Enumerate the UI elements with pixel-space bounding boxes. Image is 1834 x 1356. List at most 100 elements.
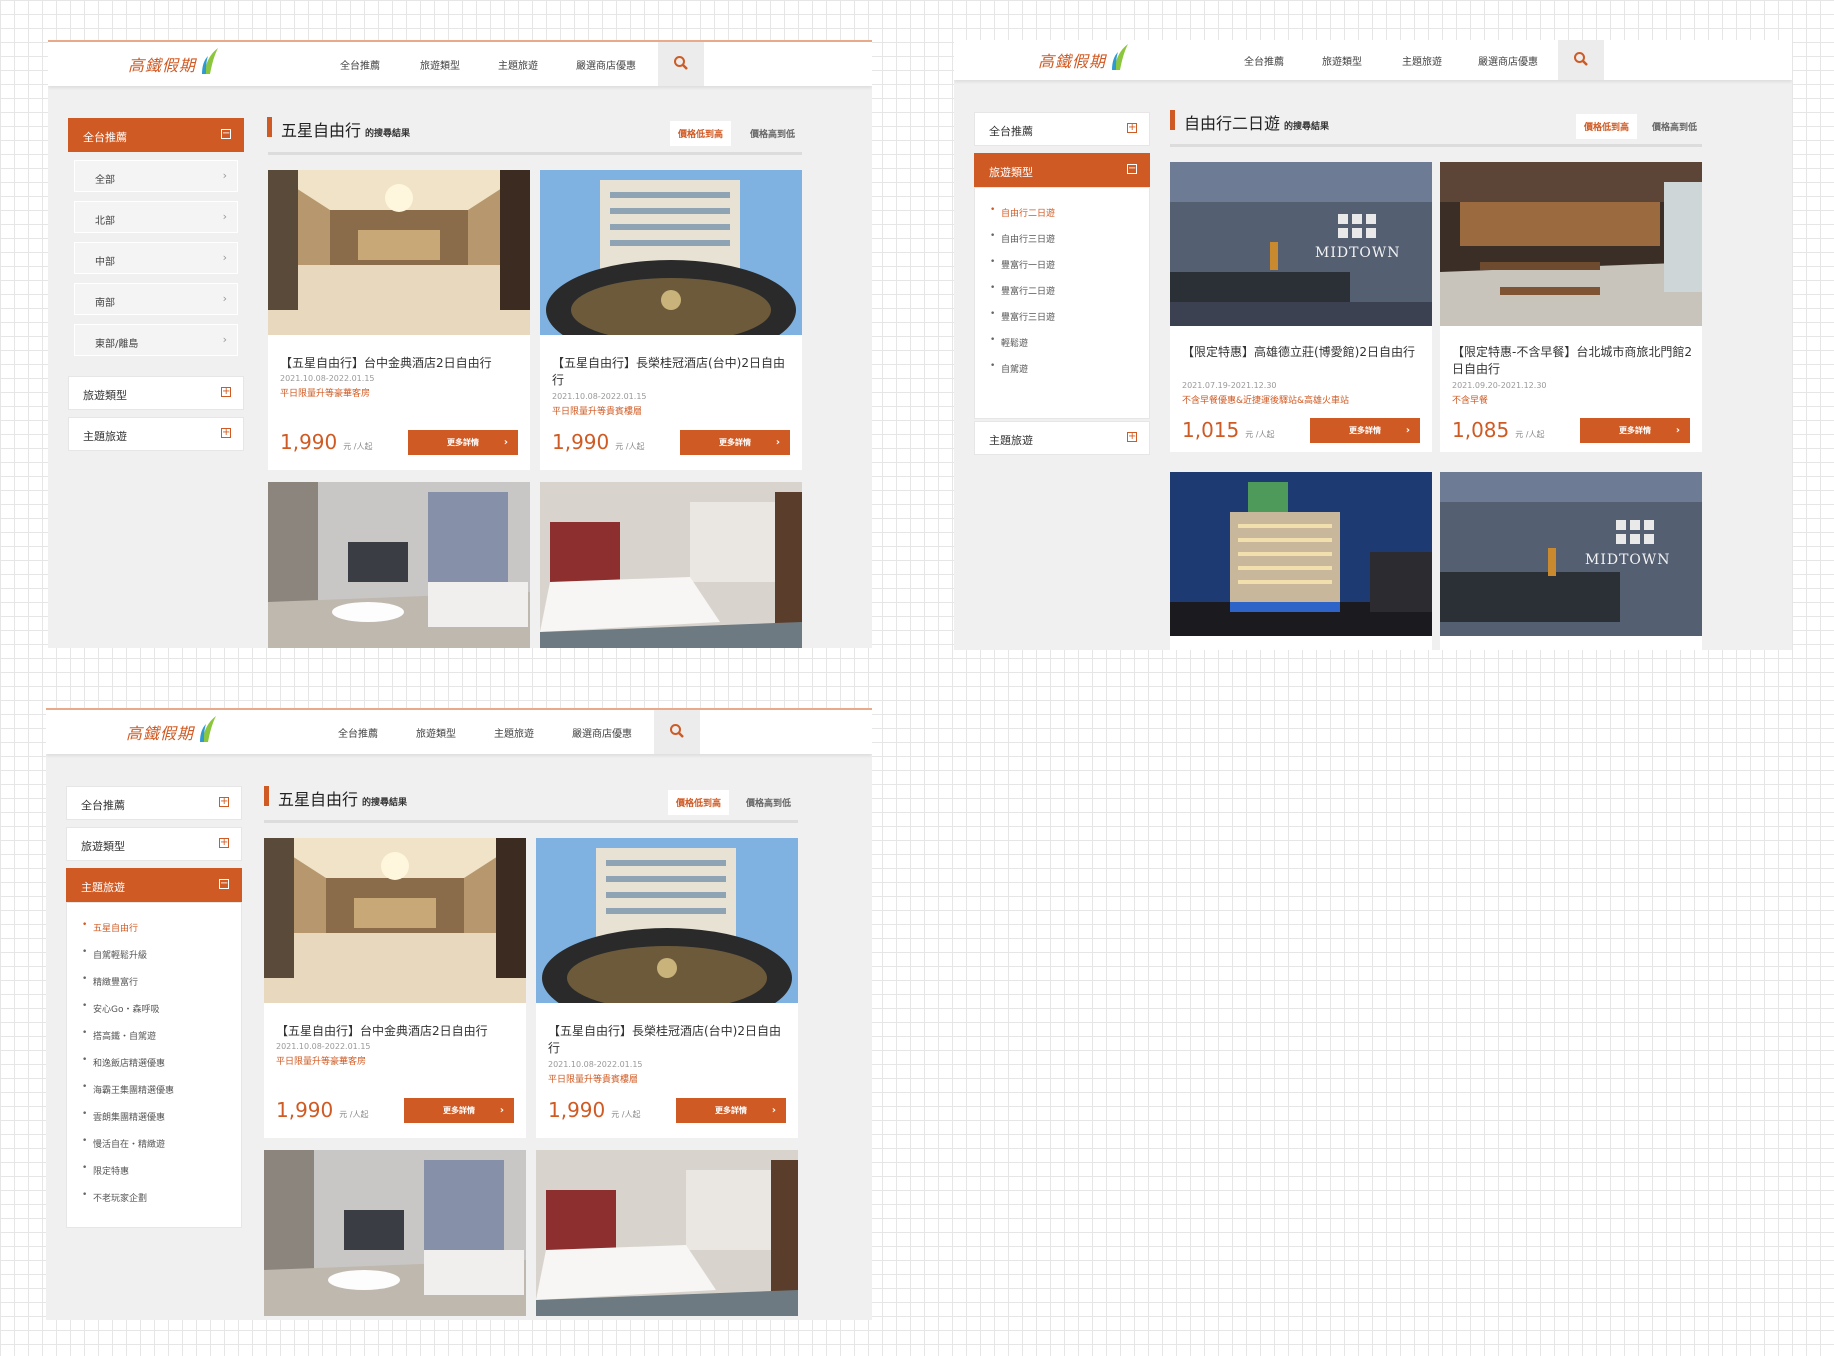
nav-theme[interactable]: 主題旅遊 <box>1402 53 1442 68</box>
theme-item[interactable]: 慢活自在・精緻遊 <box>82 1136 165 1150</box>
hotel-lobby-image[interactable] <box>1440 162 1702 326</box>
product-card[interactable] <box>536 1150 798 1316</box>
region-all[interactable]: 全部 › <box>74 160 238 192</box>
card-title[interactable]: 【五星自由行】台中金典酒店2日自由行 <box>276 1023 516 1040</box>
more-details-button[interactable]: 更多詳情 › <box>676 1098 786 1123</box>
type-item[interactable]: 自駕遊 <box>990 361 1028 375</box>
sidebar-travel-type[interactable]: 旅遊類型 + <box>66 827 242 861</box>
sidebar-recommend[interactable]: 全台推薦 − <box>68 118 244 152</box>
sidebar-theme[interactable]: 主題旅遊 − <box>66 868 242 902</box>
expand-icon[interactable]: + <box>1127 123 1137 133</box>
region-central[interactable]: 中部 › <box>74 242 238 274</box>
expand-icon[interactable]: + <box>219 797 229 807</box>
sort-high-low[interactable]: 價格高到低 <box>742 790 795 815</box>
region-south[interactable]: 南部 › <box>74 283 238 315</box>
hotel-room-image[interactable] <box>536 1150 798 1316</box>
sort-high-low[interactable]: 價格高到低 <box>1648 114 1701 139</box>
product-card[interactable]: MIDTOWN <box>1440 472 1702 650</box>
more-details-button[interactable]: 更多詳情 › <box>408 430 518 455</box>
hotel-night-image[interactable] <box>1170 472 1432 636</box>
theme-item[interactable]: 安心Go・森呼吸 <box>82 1001 160 1015</box>
sidebar-recommend[interactable]: 全台推薦 + <box>974 112 1150 146</box>
theme-item[interactable]: 限定特惠 <box>82 1163 129 1177</box>
card-title[interactable]: 【限定特惠】高雄德立莊(博愛館)2日自由行 <box>1182 344 1422 361</box>
type-item[interactable]: 豐富行三日遊 <box>990 309 1055 323</box>
product-card[interactable]: MIDTOWN 【限定特惠】高雄德立莊(博愛館)2日自由行 2021.07.19… <box>1170 162 1432 452</box>
theme-item[interactable]: 五星自由行 <box>82 920 138 934</box>
sort-low-high[interactable]: 價格低到高 <box>668 790 730 815</box>
hotel-room-image[interactable] <box>268 482 530 648</box>
nav-store-deals[interactable]: 嚴選商店優惠 <box>1478 53 1538 68</box>
type-item[interactable]: 自由行三日遊 <box>990 231 1055 245</box>
theme-item[interactable]: 不老玩家企劃 <box>82 1190 147 1204</box>
nav-store-deals[interactable]: 嚴選商店優惠 <box>572 725 632 740</box>
nav-theme[interactable]: 主題旅遊 <box>494 725 534 740</box>
sidebar-travel-type[interactable]: 旅遊類型 − <box>974 153 1150 187</box>
collapse-icon[interactable]: − <box>219 879 229 889</box>
more-details-button[interactable]: 更多詳情 › <box>680 430 790 455</box>
nav-travel-type[interactable]: 旅遊類型 <box>416 725 456 740</box>
more-details-button[interactable]: 更多詳情 › <box>1310 418 1420 443</box>
hotel-lobby-image[interactable] <box>264 838 526 1003</box>
product-card[interactable]: 【五星自由行】台中金典酒店2日自由行 2021.10.08-2022.01.15… <box>264 838 526 1138</box>
type-item[interactable]: 輕鬆遊 <box>990 335 1028 349</box>
sidebar-recommend[interactable]: 全台推薦 + <box>66 786 242 820</box>
region-north[interactable]: 北部 › <box>74 201 238 233</box>
card-title[interactable]: 【限定特惠-不含早餐】台北城市商旅北門館2日自由行 <box>1452 344 1692 378</box>
product-card[interactable]: 【限定特惠-不含早餐】台北城市商旅北門館2日自由行 2021.09.20-202… <box>1440 162 1702 452</box>
theme-item[interactable]: 海霸王集團精選優惠 <box>82 1082 174 1096</box>
hotel-exterior-image[interactable]: MIDTOWN <box>1170 162 1432 326</box>
product-card[interactable]: 【五星自由行】台中金典酒店2日自由行 2021.10.08-2022.01.15… <box>268 170 530 470</box>
product-card[interactable]: 【五星自由行】長榮桂冠酒店(台中)2日自由行 2021.10.08-2022.0… <box>536 838 798 1138</box>
card-title[interactable]: 【五星自由行】長榮桂冠酒店(台中)2日自由行 <box>552 355 792 389</box>
sort-low-high[interactable]: 價格低到高 <box>1576 114 1638 139</box>
more-details-button[interactable]: 更多詳情 › <box>404 1098 514 1123</box>
site-logo[interactable]: 高鐵假期 <box>126 720 194 744</box>
nav-recommend[interactable]: 全台推薦 <box>1244 53 1284 68</box>
expand-icon[interactable]: + <box>219 838 229 848</box>
product-card[interactable] <box>540 482 802 648</box>
theme-item[interactable]: 自駕輕鬆升級 <box>82 947 147 961</box>
theme-item[interactable]: 雲朗集團精選優惠 <box>82 1109 165 1123</box>
expand-icon[interactable]: + <box>221 428 231 438</box>
theme-item[interactable]: 精緻豐富行 <box>82 974 138 988</box>
hotel-exterior-image[interactable]: MIDTOWN <box>1440 472 1702 636</box>
sidebar-travel-type[interactable]: 旅遊類型 + <box>68 376 244 410</box>
nav-travel-type[interactable]: 旅遊類型 <box>1322 53 1362 68</box>
product-card[interactable] <box>268 482 530 648</box>
type-item[interactable]: 自由行二日遊 <box>990 205 1055 219</box>
type-item[interactable]: 豐富行二日遊 <box>990 283 1055 297</box>
more-details-button[interactable]: 更多詳情 › <box>1580 418 1690 443</box>
hotel-exterior-image[interactable] <box>540 170 802 335</box>
collapse-icon[interactable]: − <box>221 129 231 139</box>
site-logo[interactable]: 高鐵假期 <box>1038 48 1106 72</box>
nav-travel-type[interactable]: 旅遊類型 <box>420 57 460 72</box>
nav-store-deals[interactable]: 嚴選商店優惠 <box>576 57 636 72</box>
site-logo[interactable]: 高鐵假期 <box>128 52 196 76</box>
nav-recommend[interactable]: 全台推薦 <box>340 57 380 72</box>
card-title[interactable]: 【五星自由行】台中金典酒店2日自由行 <box>280 355 520 372</box>
collapse-icon[interactable]: − <box>1127 164 1137 174</box>
region-east-islands[interactable]: 東部/離島 › <box>74 324 238 356</box>
product-card[interactable] <box>1170 472 1432 650</box>
search-button[interactable] <box>658 42 704 86</box>
hotel-room-image[interactable] <box>264 1150 526 1316</box>
sort-low-high[interactable]: 價格低到高 <box>670 121 732 146</box>
sort-high-low[interactable]: 價格高到低 <box>746 121 799 146</box>
nav-recommend[interactable]: 全台推薦 <box>338 725 378 740</box>
theme-item[interactable]: 搭高鐵・自駕遊 <box>82 1028 156 1042</box>
expand-icon[interactable]: + <box>1127 432 1137 442</box>
theme-item[interactable]: 和逸飯店精選優惠 <box>82 1055 165 1069</box>
product-card[interactable]: 【五星自由行】長榮桂冠酒店(台中)2日自由行 2021.10.08-2022.0… <box>540 170 802 470</box>
sidebar-theme[interactable]: 主題旅遊 + <box>974 421 1150 455</box>
hotel-exterior-image[interactable] <box>536 838 798 1003</box>
search-button[interactable] <box>654 710 700 754</box>
nav-theme[interactable]: 主題旅遊 <box>498 57 538 72</box>
hotel-lobby-image[interactable] <box>268 170 530 335</box>
type-item[interactable]: 豐富行一日遊 <box>990 257 1055 271</box>
search-button[interactable] <box>1558 40 1604 80</box>
expand-icon[interactable]: + <box>221 387 231 397</box>
product-card[interactable] <box>264 1150 526 1316</box>
card-title[interactable]: 【五星自由行】長榮桂冠酒店(台中)2日自由行 <box>548 1023 788 1057</box>
sidebar-theme[interactable]: 主題旅遊 + <box>68 417 244 451</box>
